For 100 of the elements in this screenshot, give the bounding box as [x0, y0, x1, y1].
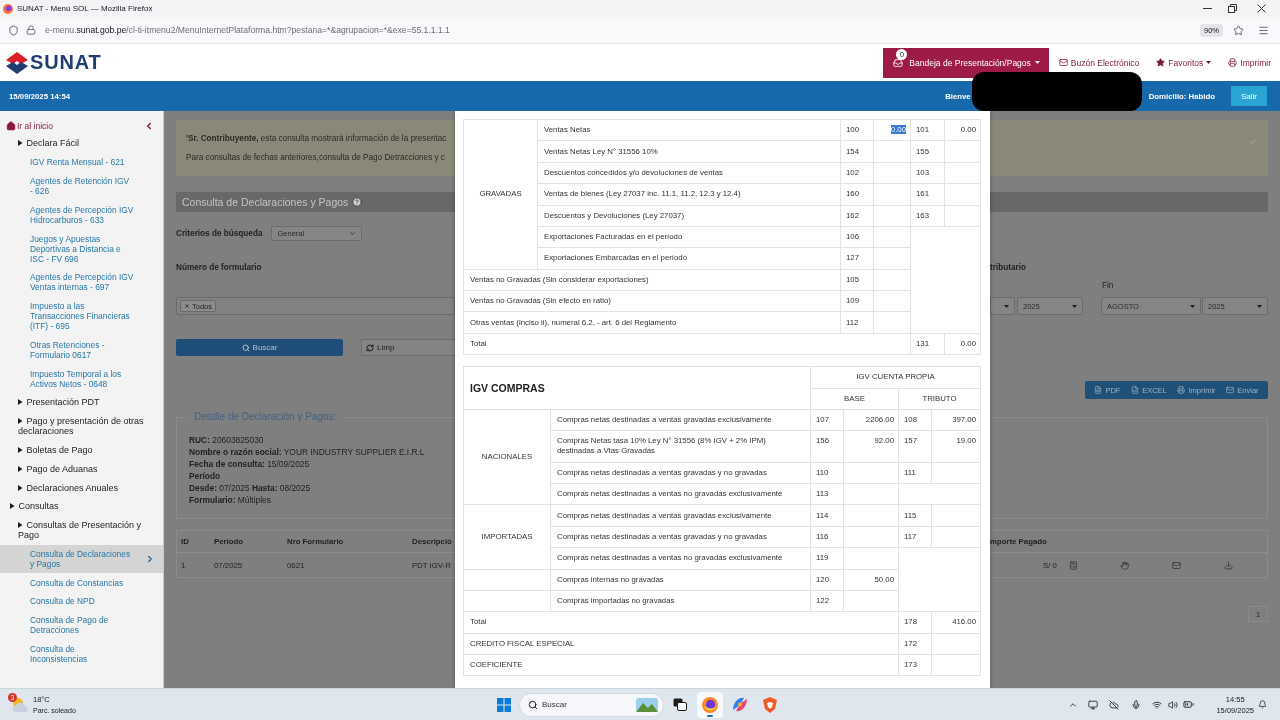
- menu-link[interactable]: Consulta de Constancias: [30, 573, 124, 593]
- menu-link[interactable]: Consulta de Inconsistencias: [30, 639, 135, 669]
- caret-icon: [1190, 304, 1195, 308]
- select-field[interactable]: [990, 297, 1015, 315]
- menu-link[interactable]: Agentes de Retención IGV - 626: [30, 171, 135, 201]
- caret-icon: [18, 465, 23, 472]
- header-link[interactable]: Imprimir: [1228, 57, 1271, 68]
- search-button[interactable]: Buscar: [176, 339, 343, 356]
- menu-icon[interactable]: [1258, 24, 1269, 36]
- battery-icon[interactable]: [1183, 699, 1195, 710]
- menu-group[interactable]: Consultas: [10, 496, 59, 516]
- menu-link[interactable]: Consulta de Declaraciones y Pagos: [0, 544, 163, 574]
- close-icon[interactable]: [1257, 4, 1266, 13]
- shield-icon: [763, 696, 777, 713]
- star-icon[interactable]: [1233, 24, 1244, 36]
- caret-icon: [18, 522, 23, 529]
- logout-button[interactable]: Salir: [1231, 86, 1267, 106]
- monitor-icon[interactable]: [1088, 699, 1099, 710]
- help-icon[interactable]: [352, 197, 363, 207]
- detail-text: Desde: 07/2025 Hasta: 08/2025: [189, 482, 311, 494]
- notice-text: 'Sr. Contribuyente, esta consulta mostrará información de la presentac: [186, 133, 447, 145]
- browser-icon: [702, 696, 718, 713]
- caret-icon: [1257, 304, 1262, 308]
- download-icon[interactable]: [1223, 560, 1233, 570]
- menu-group[interactable]: Presentación PDT: [18, 393, 100, 412]
- menu-group[interactable]: Pago de Aduanas: [18, 459, 98, 479]
- search-input[interactable]: Buscar: [542, 697, 632, 712]
- home-link[interactable]: Ir al inicio: [6, 121, 53, 131]
- menu-group[interactable]: Declaraciones Anuales: [18, 478, 119, 497]
- speaker-icon[interactable]: [1168, 699, 1179, 710]
- chevron-right-icon: [145, 553, 155, 564]
- caret-icon: [18, 484, 23, 491]
- search-field[interactable]: Buscar: [519, 692, 664, 717]
- header-link[interactable]: Buzón Electrónico: [1058, 57, 1140, 68]
- field-label: Criterios de búsqueda: [176, 229, 263, 238]
- shield-icon[interactable]: [8, 24, 19, 36]
- envelope-icon: [1058, 58, 1068, 67]
- caret-icon: [18, 418, 23, 425]
- field-label: Número de formulario: [176, 263, 262, 272]
- caret-icon: [1034, 61, 1040, 64]
- menu-link[interactable]: Consulta de Pago de Detracciones: [30, 610, 135, 640]
- field-label: tributario: [990, 263, 1026, 272]
- cloud-off-icon[interactable]: [1109, 699, 1120, 710]
- swirl-icon: [732, 697, 748, 712]
- lock-icon[interactable]: [26, 25, 36, 35]
- logo-icon: [6, 51, 28, 74]
- menu-link[interactable]: Agentes de Percepción IGV Ventas internas - 697: [30, 267, 135, 297]
- detail-text: Formulario: Múltiples: [189, 494, 271, 506]
- logo-text: SUNAT: [30, 51, 102, 74]
- menu-link[interactable]: Impuesto Temporal a los Activos Netos - 0648: [30, 364, 135, 394]
- calculator-icon[interactable]: [1068, 560, 1078, 570]
- caret-icon: [1072, 304, 1077, 308]
- inbox-icon: [893, 57, 904, 68]
- hand-icon[interactable]: [1119, 560, 1129, 570]
- menu-link[interactable]: Agentes de Percepción IGV Hidrocarburos - 633: [30, 200, 135, 230]
- spreadsheet-icon: [1131, 386, 1140, 394]
- bell-icon[interactable]: [1258, 700, 1267, 709]
- microphone-icon[interactable]: [1131, 699, 1142, 710]
- detail-text: RUC: 20603825030: [189, 434, 264, 446]
- menu-group[interactable]: Boletas de Pago: [18, 440, 93, 460]
- restore-icon[interactable]: [1228, 4, 1237, 13]
- menu-group[interactable]: Pago y presentación de otras declaraciones: [18, 411, 154, 441]
- refresh-icon: [366, 343, 374, 352]
- count-badge: 0: [896, 48, 908, 60]
- home-icon: [6, 121, 16, 131]
- envelope-icon[interactable]: [1171, 560, 1181, 570]
- window-title: SUNAT - Menú SOL — Mozilla Firefox: [17, 4, 153, 13]
- caret-icon: [1206, 61, 1212, 64]
- url-text[interactable]: e-menu.sunat.gob.pe/cl-ti-itmenu2/MenuInternetPlataforma.htm?pestana=*&agrupacion=*&exe=55.1.1.1.1: [45, 25, 450, 35]
- menu-link[interactable]: Juegos y Apuestas Deportivas a Distancia e ISC - FV 696: [30, 229, 135, 268]
- field-label: Fin: [1102, 281, 1114, 290]
- chevron-down-icon: [349, 230, 357, 237]
- caret-icon: [10, 503, 15, 510]
- clear-button[interactable]: Limp: [361, 339, 455, 356]
- detail-text: Fecha de consulta: 15/09/2025: [189, 458, 310, 470]
- remove-icon: [184, 303, 190, 309]
- printer-icon: [1177, 386, 1186, 394]
- inbox-button[interactable]: 0 Bandeja de Presentación/Pagos: [883, 47, 1049, 78]
- search-icon: [241, 343, 250, 352]
- document-icon: [1094, 386, 1103, 394]
- caret-icon: [18, 399, 23, 406]
- envelope-icon: [1226, 386, 1235, 394]
- browser-logo-icon: [3, 3, 13, 14]
- search-icon: [528, 699, 538, 710]
- taskbar-button[interactable]: [697, 691, 723, 718]
- detail-text: Período: [189, 470, 221, 482]
- wifi-icon[interactable]: [1152, 699, 1163, 710]
- menu-group[interactable]: Declara Fácil: [18, 134, 79, 153]
- table-title: IGV COMPRAS: [463, 366, 811, 410]
- menu-link[interactable]: Otras Retenciones - Formulario 0617: [30, 335, 135, 365]
- caret-icon: [1004, 304, 1009, 308]
- menu-link[interactable]: Consulta de NPD: [30, 592, 95, 611]
- collapse-icon[interactable]: [144, 121, 154, 131]
- menu-link[interactable]: IGV Renta Mensual - 621: [30, 152, 125, 172]
- start-icon[interactable]: [497, 697, 511, 712]
- notice-text: Para consultas de fechas anteriores,consulta de Pago Detracciones y c: [186, 152, 445, 164]
- menu-link[interactable]: Impuesto a las Transacciones Financieras (ITF) - 695: [30, 296, 135, 336]
- header-link[interactable]: Favoritos: [1156, 57, 1212, 68]
- sun-cloud-icon[interactable]: [11, 697, 28, 712]
- menu-group[interactable]: Consultas de Presentación y Pago: [18, 515, 154, 545]
